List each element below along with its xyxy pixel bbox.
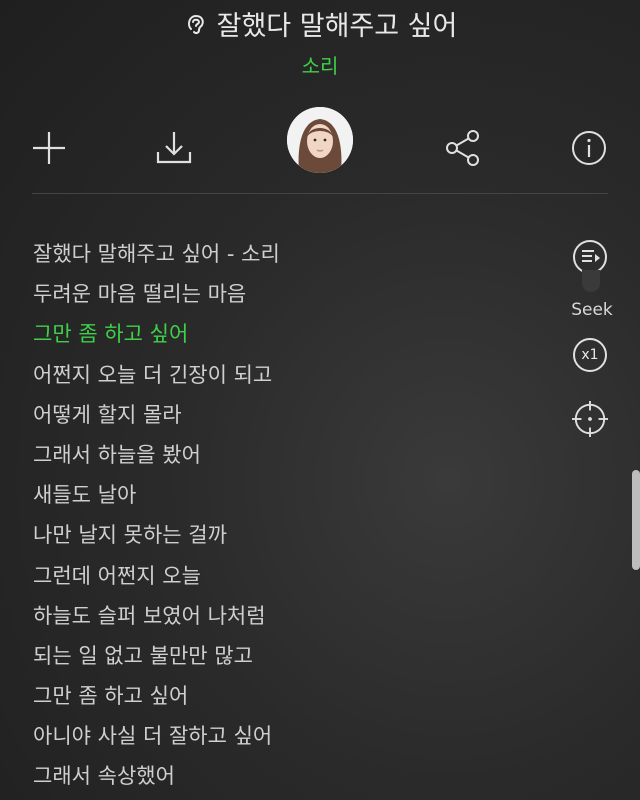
lyric-line[interactable]: 두려운 마음 떨리는 마음 xyxy=(33,276,553,316)
share-icon xyxy=(446,130,479,166)
info-icon xyxy=(572,131,606,165)
lyric-line-current[interactable]: 그만 좀 하고 싶어 xyxy=(33,316,553,356)
avatar[interactable] xyxy=(287,107,353,173)
add-button[interactable] xyxy=(27,126,71,170)
artist-name[interactable]: 소리 xyxy=(0,50,640,79)
hearing-icon xyxy=(187,14,204,34)
lyric-line[interactable]: 그래서 속상했어 xyxy=(33,758,553,798)
lyric-line[interactable]: 어떻게 할지 몰라 xyxy=(33,397,553,437)
divider xyxy=(32,193,608,194)
song-title-row: 잘했다 말해주고 싶어 xyxy=(0,4,640,43)
lyric-line[interactable]: 하늘도 슬퍼 보였어 나처럼 xyxy=(33,598,553,638)
share-button[interactable] xyxy=(441,126,485,170)
artist-photo xyxy=(287,107,353,173)
lyric-line[interactable]: 새들도 날아 xyxy=(33,477,553,517)
lyrics-list[interactable]: 잘했다 말해주고 싶어 - 소리 두려운 마음 떨리는 마음 그만 좀 하고 싶… xyxy=(33,236,553,799)
lyric-line[interactable]: 어쩐지 오늘 더 긴장이 되고 xyxy=(33,357,553,397)
lyric-line[interactable]: 아니야 사실 더 잘하고 싶어 xyxy=(33,718,553,758)
speed-button[interactable]: x1 xyxy=(572,336,608,374)
speed-label: x1 xyxy=(581,347,599,363)
crosshair-icon xyxy=(572,401,608,437)
lyric-line[interactable]: 되는 일 없고 불만만 많고 xyxy=(33,638,553,678)
locate-current-button[interactable] xyxy=(572,400,608,438)
info-button[interactable] xyxy=(567,126,611,170)
lyric-line[interactable]: 그런데 어쩐지 오늘 xyxy=(33,558,553,598)
lyric-line[interactable]: 나만 날지 못하는 걸까 xyxy=(33,517,553,557)
download-icon xyxy=(156,132,192,164)
download-button[interactable] xyxy=(152,126,196,170)
lyric-line[interactable]: 그만 좀 하고 싶어 xyxy=(33,678,553,718)
seek-label[interactable]: Seek xyxy=(560,300,624,320)
song-title: 잘했다 말해주고 싶어 xyxy=(216,11,458,42)
scrollbar-thumb[interactable] xyxy=(632,470,640,570)
seek-handle[interactable] xyxy=(582,270,600,292)
lyric-line[interactable]: 그래서 하늘을 봤어 xyxy=(33,437,553,477)
plus-icon xyxy=(33,132,65,164)
toolbar xyxy=(0,104,640,194)
lyric-line[interactable]: 잘했다 말해주고 싶어 - 소리 xyxy=(33,236,553,276)
